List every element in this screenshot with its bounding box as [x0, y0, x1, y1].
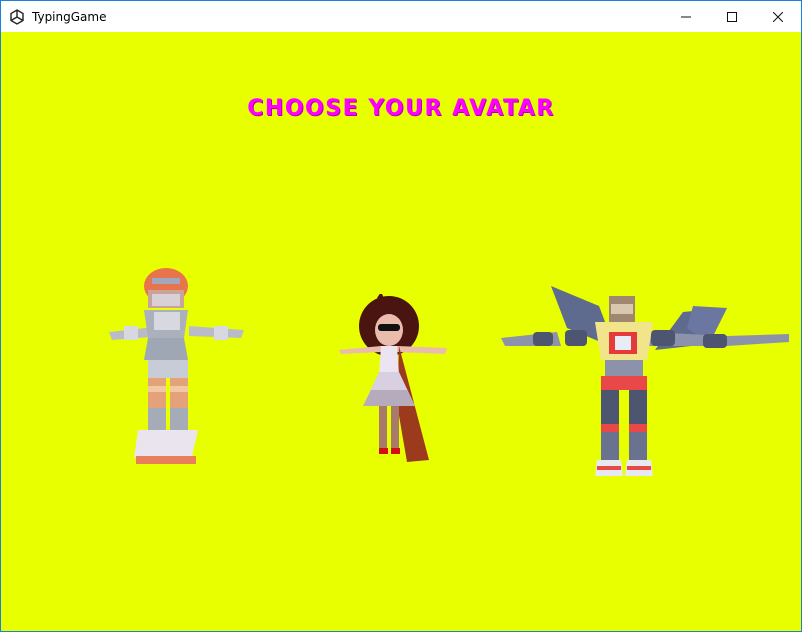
choose-avatar-heading: CHOOSE YOUR AVATAR [247, 96, 555, 121]
window-controls [663, 1, 801, 32]
window-title: TypingGame [32, 9, 107, 24]
unity-logo-icon [9, 8, 25, 25]
game-viewport: CHOOSE YOUR AVATAR [1, 32, 801, 631]
minimize-button[interactable] [663, 1, 709, 32]
maximize-icon [727, 11, 737, 22]
app-window: TypingGame CHOOSE YOUR AVATAR [0, 0, 802, 632]
close-button[interactable] [755, 1, 801, 32]
robot-avatar-icon [109, 268, 244, 464]
title-bar[interactable]: TypingGame [1, 1, 801, 32]
avatar-dress-girl[interactable] [337, 294, 452, 464]
avatar-robot-girl[interactable] [104, 268, 249, 498]
avatar-winged-robot[interactable] [497, 276, 792, 498]
winged-robot-avatar-icon [501, 286, 789, 476]
girl-avatar-icon [339, 294, 447, 462]
minimize-icon [681, 16, 691, 17]
maximize-button[interactable] [709, 1, 755, 32]
close-icon [773, 11, 783, 22]
